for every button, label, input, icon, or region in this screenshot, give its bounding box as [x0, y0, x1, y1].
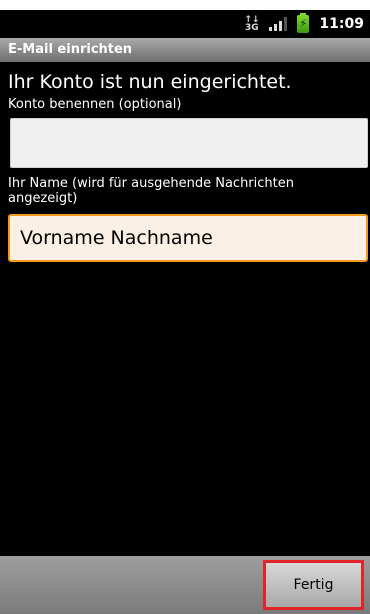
your-name-label: Ihr Name (wird für ausgehende Nachrichte…	[8, 176, 294, 206]
your-name-input[interactable]	[8, 214, 368, 262]
battery-charging-icon: ⚡	[297, 13, 310, 33]
signal-strength-icon	[269, 17, 288, 31]
done-button[interactable]: Fertig	[263, 560, 364, 610]
title-bar: E-Mail einrichten	[0, 38, 370, 62]
page-heading: Ihr Konto ist nun eingerichtet.	[8, 71, 292, 93]
network-3g-icon: ↑↓ 3G	[244, 15, 260, 33]
phone-screen: ↑↓ 3G ⚡ 11:09 E-Mail einrichten Ihr Konto…	[0, 0, 370, 614]
account-name-input[interactable]	[10, 118, 368, 168]
status-time: 11:09	[319, 16, 364, 32]
account-name-label: Konto benennen (optional)	[8, 97, 182, 112]
top-strip	[0, 0, 370, 10]
status-bar: ↑↓ 3G ⚡ 11:09	[0, 10, 370, 38]
network-label: 3G	[245, 23, 259, 33]
